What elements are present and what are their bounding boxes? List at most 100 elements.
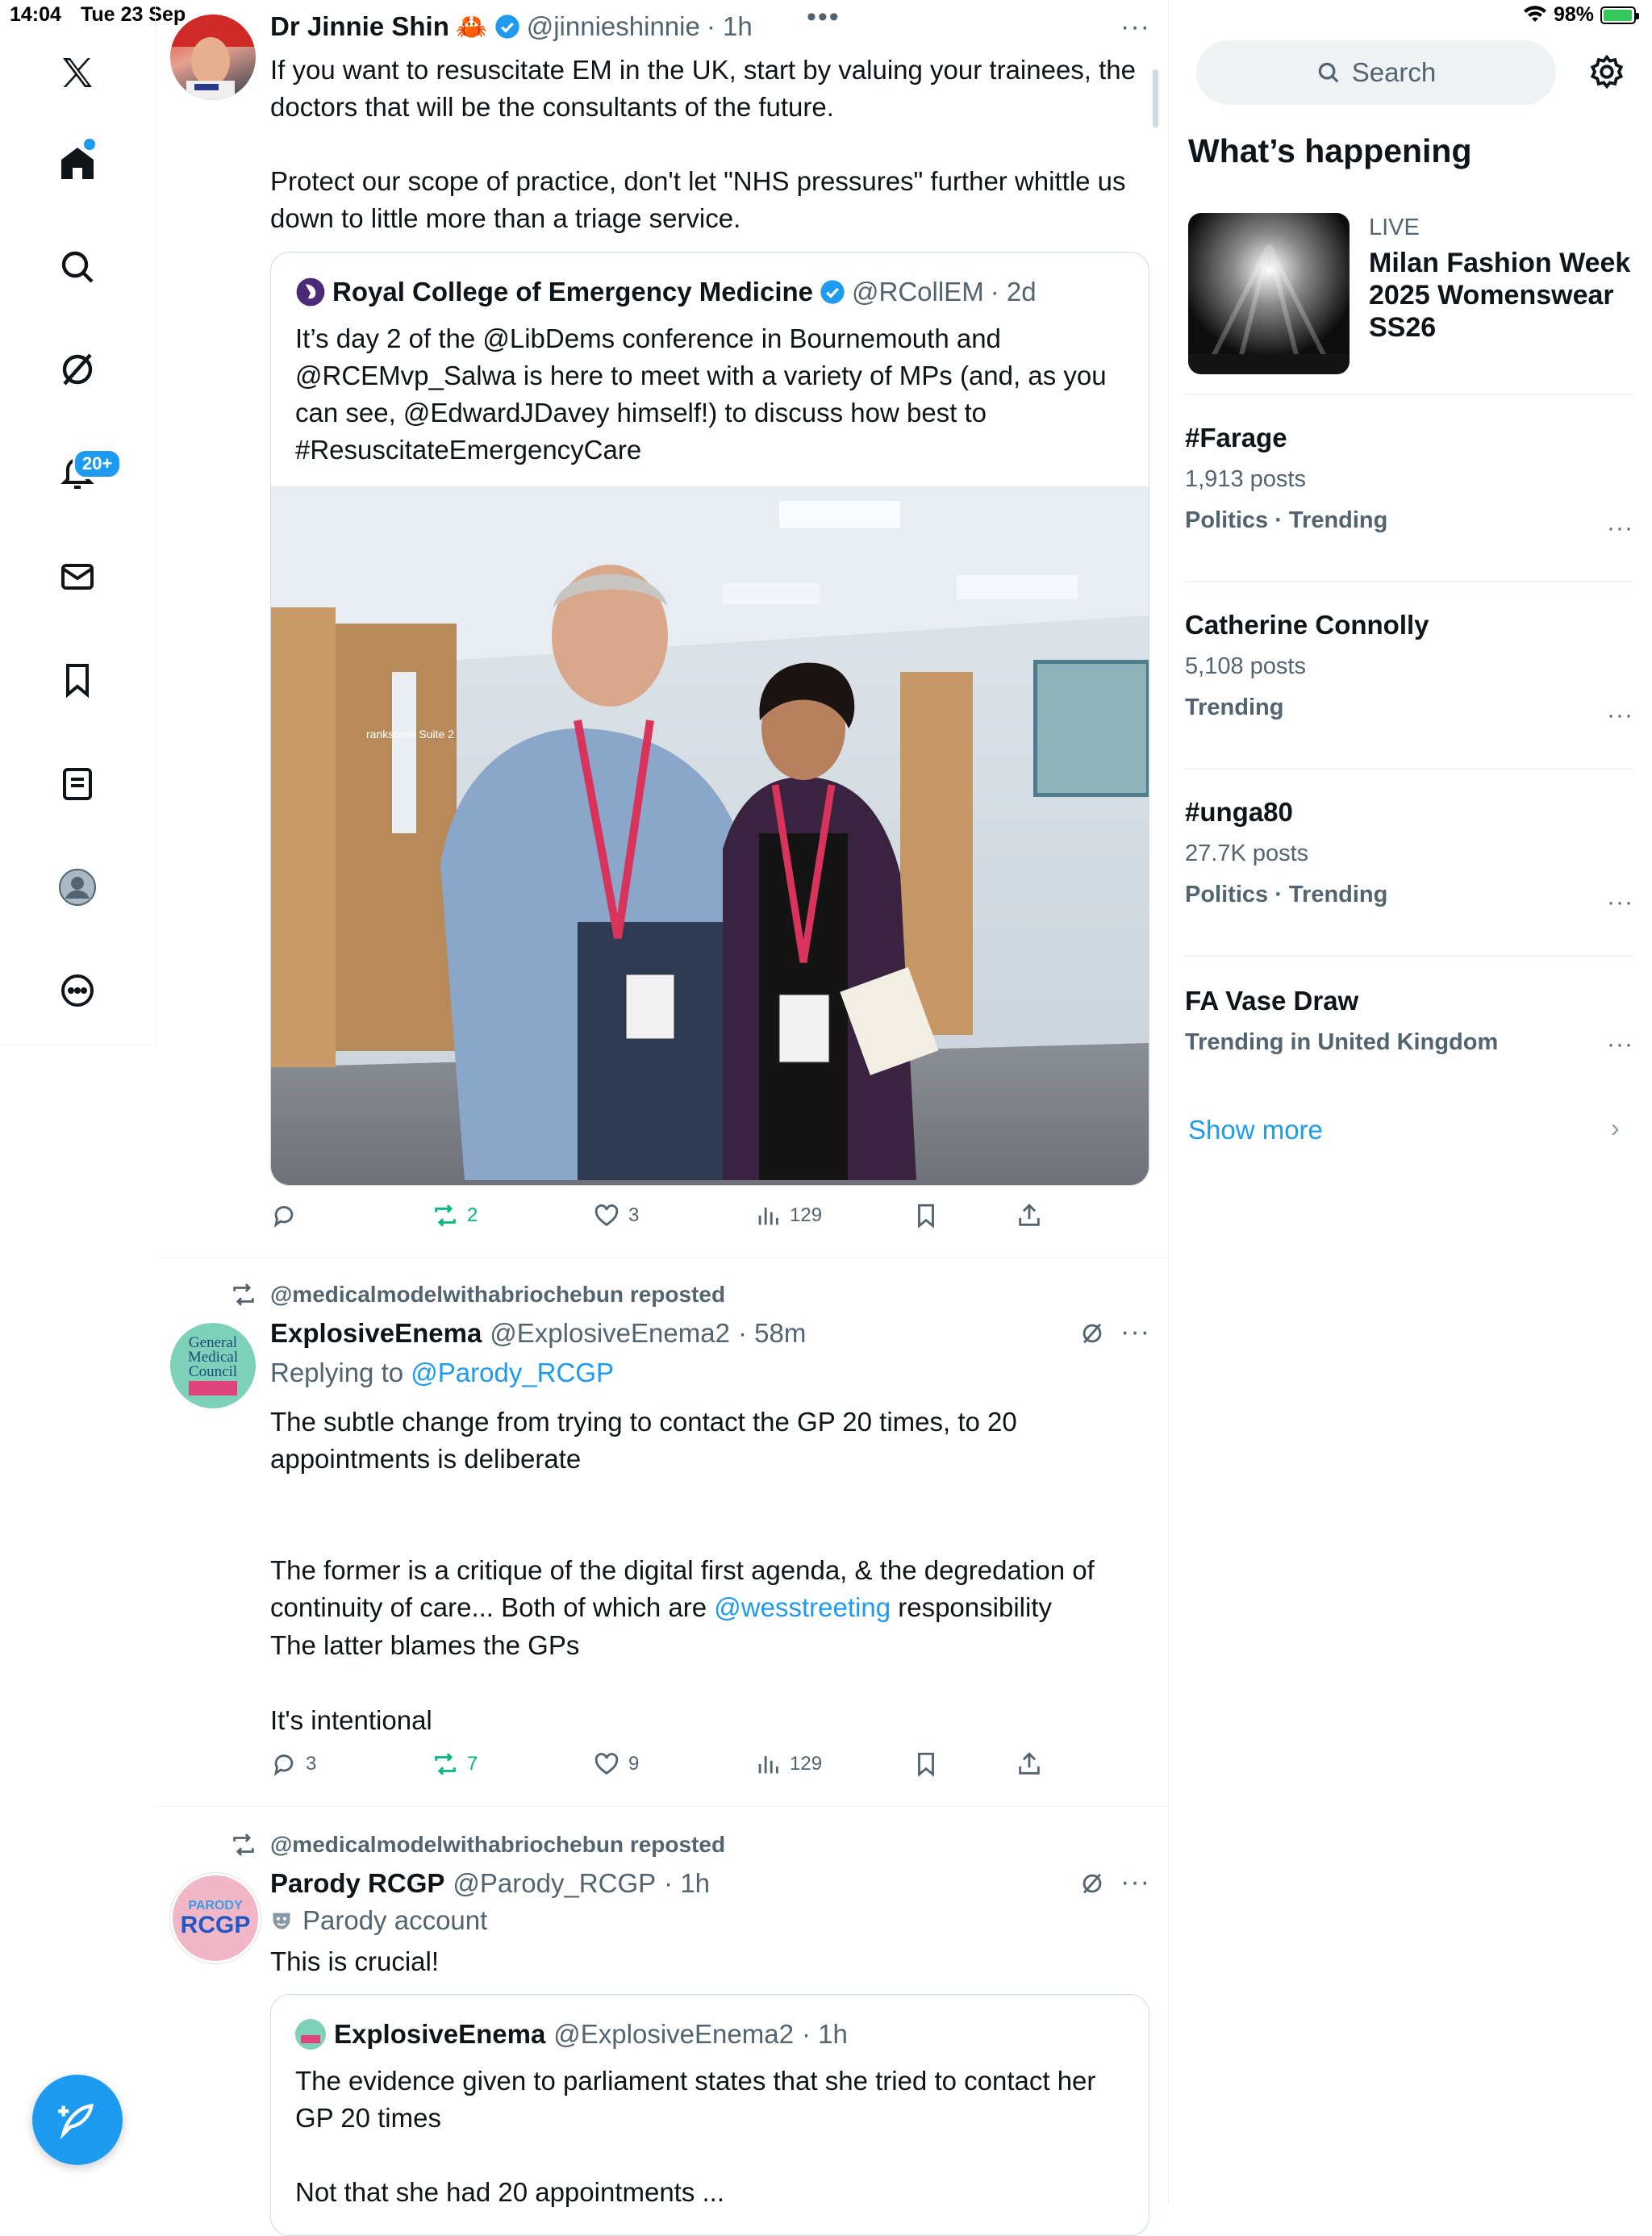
replying-to: Replying to @Parody_RCGP	[270, 1358, 614, 1388]
post-text: If you want to resuscitate EM in the UK,…	[270, 55, 1137, 233]
live-event-thumbnail[interactable]	[1188, 213, 1350, 374]
author-handle[interactable]: @ExplosiveEnema2	[490, 1318, 730, 1349]
repost-icon	[233, 1833, 254, 1856]
post-text: This is crucial!	[270, 1946, 440, 1976]
bookmarks-icon[interactable]	[39, 641, 116, 719]
quoted-author-handle[interactable]: @RCollEM	[852, 277, 984, 307]
repost-context[interactable]: @medicalmodelwithabriochebun reposted	[230, 1281, 725, 1308]
search-icon[interactable]	[39, 228, 116, 306]
like-button[interactable]: 3	[593, 1202, 639, 1229]
author-name[interactable]: ExplosiveEnema	[270, 1318, 482, 1349]
live-event-title[interactable]: Milan Fashion Week 2025 Womenswear SS26	[1369, 247, 1643, 344]
repost-icon	[435, 1753, 456, 1775]
repost-count: 7	[467, 1753, 478, 1775]
post-more-icon[interactable]: ···	[1120, 1867, 1150, 1898]
verified-badge-icon	[820, 280, 845, 304]
author-name[interactable]: Dr Jinnie Shin	[270, 11, 449, 42]
trend-item[interactable]: FA Vase Draw Trending in United Kingdom …	[1185, 986, 1633, 1058]
trend-item[interactable]: Catherine Connolly 5,108 posts Trending …	[1185, 610, 1633, 728]
grok-explain-icon[interactable]	[1078, 1320, 1106, 1351]
reply-button[interactable]: 3	[270, 1750, 316, 1778]
search-icon	[1318, 62, 1339, 83]
trend-divider	[1185, 768, 1633, 770]
chevron-right-icon[interactable]: ›	[1611, 1113, 1620, 1143]
quoted-author-handle[interactable]: @ExplosiveEnema2	[553, 2019, 794, 2050]
post-text-paragraph: It's intentional	[270, 1705, 432, 1735]
trend-item[interactable]: #unga80 27.7K posts Politics · Trending …	[1185, 797, 1633, 916]
parody-label: Parody account	[270, 1905, 487, 1936]
author-handle[interactable]: @Parody_RCGP	[453, 1868, 656, 1899]
bookmark-button[interactable]	[912, 1750, 940, 1778]
more-options-icon[interactable]	[39, 952, 116, 1029]
profile-avatar-icon[interactable]	[39, 849, 116, 926]
show-more-link[interactable]: Show more	[1188, 1115, 1323, 1145]
reply-icon	[273, 1206, 294, 1228]
bookmark-button[interactable]	[912, 1202, 940, 1229]
post-photo[interactable]: ranksome Suite 2	[271, 486, 1149, 1185]
settings-gear-icon[interactable]	[1588, 53, 1625, 94]
quoted-post-card[interactable]: ExplosiveEnema @ExplosiveEnema2 · 1h The…	[270, 1994, 1149, 2236]
avatar-text: General Medical Council	[187, 1334, 239, 1380]
notifications-badge: 20+	[73, 448, 123, 479]
author-avatar[interactable]	[170, 15, 256, 100]
quoted-author-name[interactable]: Royal College of Emergency Medicine	[332, 277, 813, 307]
author-avatar[interactable]: PARODY RCGP	[170, 1873, 261, 1963]
author-name[interactable]: Parody RCGP	[270, 1868, 444, 1899]
quoted-post-card[interactable]: Royal College of Emergency Medicine @RCo…	[270, 252, 1149, 1186]
trend-divider	[1185, 581, 1633, 582]
lists-icon[interactable]	[39, 745, 116, 823]
avatar-image-strip	[189, 1381, 237, 1395]
trend-title: Catherine Connolly	[1185, 610, 1429, 640]
replying-to-link[interactable]: @Parody_RCGP	[411, 1358, 614, 1387]
messages-icon[interactable]	[39, 538, 116, 615]
crab-emoji: 🦀	[455, 12, 488, 41]
trend-more-icon[interactable]: ···	[1607, 702, 1633, 729]
trend-post-count: 5,108 posts	[1185, 653, 1306, 679]
trend-more-icon[interactable]: ···	[1607, 889, 1633, 916]
quoted-author-name[interactable]: ExplosiveEnema	[334, 2019, 545, 2050]
replying-to-prefix: Replying to	[270, 1358, 411, 1387]
repost-button[interactable]: 7	[432, 1750, 478, 1778]
reply-button[interactable]	[270, 1202, 306, 1229]
share-button[interactable]	[1016, 1750, 1043, 1778]
bookmark-icon	[918, 1204, 934, 1229]
views-button[interactable]: 129	[754, 1750, 822, 1778]
room-sign-text: ranksome Suite 2	[366, 728, 454, 740]
post-time[interactable]: · 1h	[707, 11, 753, 42]
repost-context[interactable]: @medicalmodelwithabriochebun reposted	[230, 1831, 725, 1858]
trend-post-count: 1,913 posts	[1185, 466, 1306, 492]
search-input[interactable]: Search	[1196, 40, 1556, 105]
mention-link[interactable]: @wesstreeting	[714, 1592, 891, 1622]
repost-button[interactable]: 2	[432, 1202, 478, 1229]
share-button[interactable]	[1016, 1202, 1043, 1229]
parody-label-text: Parody account	[302, 1905, 488, 1935]
trend-category: Trending	[1185, 695, 1284, 720]
views-count: 129	[790, 1753, 823, 1775]
right-sidebar: Search What’s happening LIVE Milan Fashi…	[1169, 0, 1652, 2204]
grok-icon[interactable]	[39, 331, 116, 408]
trend-item[interactable]: #Farage 1,913 posts Politics · Trending …	[1185, 423, 1633, 541]
post-time[interactable]: · 1h	[664, 1868, 710, 1899]
post-time[interactable]: · 58m	[738, 1318, 806, 1349]
post-more-icon[interactable]: ···	[1120, 11, 1150, 43]
grok-explain-icon[interactable]	[1078, 1870, 1106, 1901]
author-avatar[interactable]: General Medical Council	[170, 1323, 256, 1408]
like-button[interactable]: 9	[593, 1750, 639, 1778]
trend-more-icon[interactable]: ···	[1607, 515, 1633, 542]
x-logo-icon[interactable]	[39, 34, 116, 111]
trend-more-icon[interactable]: ···	[1607, 1031, 1633, 1058]
post-text-segment: responsibility	[891, 1592, 1052, 1622]
parody-mask-icon	[273, 1913, 290, 1929]
home-icon[interactable]	[39, 124, 116, 202]
heart-icon	[594, 1204, 619, 1227]
verified-badge-icon	[495, 15, 519, 39]
author-handle[interactable]: @jinnieshinnie	[527, 11, 700, 42]
views-chart-icon	[758, 1208, 778, 1225]
left-navigation: 20+	[0, 0, 156, 1045]
compose-post-button[interactable]	[32, 2075, 123, 2165]
reply-count: 3	[306, 1753, 317, 1775]
quoted-avatar-strip	[301, 2035, 320, 2043]
scrollbar-thumb[interactable]	[1153, 69, 1158, 127]
views-button[interactable]: 129	[754, 1202, 822, 1229]
post-more-icon[interactable]: ···	[1120, 1316, 1150, 1348]
